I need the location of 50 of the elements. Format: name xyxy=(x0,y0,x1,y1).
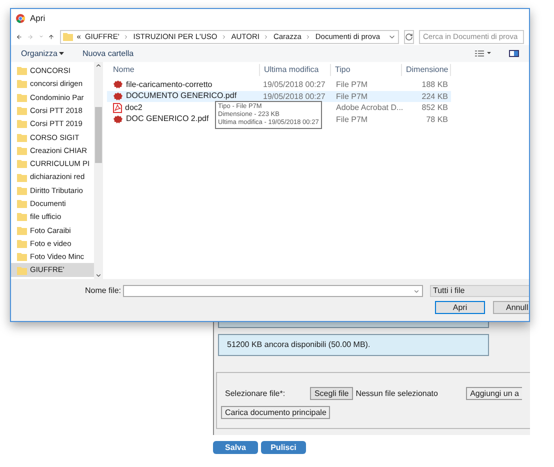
seal-icon xyxy=(113,80,123,90)
scroll-up-icon[interactable] xyxy=(95,62,102,69)
type-cell: File P7M xyxy=(330,90,401,102)
seal-icon xyxy=(113,92,123,101)
file-name-cell[interactable]: file-caricamento-corretto xyxy=(107,79,259,90)
new-folder-button[interactable]: Nuova cartella xyxy=(82,48,134,60)
scroll-down-icon[interactable] xyxy=(95,272,102,279)
filename-field[interactable] xyxy=(123,285,423,297)
scrollbar[interactable] xyxy=(94,62,103,279)
type-cell-text: File P7M xyxy=(335,114,369,125)
separator-icon xyxy=(305,34,312,40)
choose-file-button[interactable]: Scegli file xyxy=(310,387,353,400)
type-cell-text: File P7M xyxy=(335,79,369,90)
size-cell-text: 78 KB xyxy=(425,114,449,125)
date-cell-text: 19/05/2018 00:27 xyxy=(262,79,326,90)
field-label: Selezionare file*: xyxy=(225,388,286,400)
cancel-button[interactable]: Annull xyxy=(493,301,529,314)
folder-icon xyxy=(62,32,73,41)
pdf-icon xyxy=(113,102,122,113)
type-cell-text: Adobe Acrobat D... xyxy=(335,102,401,114)
scrollbar-thumb[interactable] xyxy=(95,107,102,163)
column-header[interactable]: Dimensione xyxy=(401,64,451,76)
size-cell: 224 KB xyxy=(401,90,451,102)
seal-icon xyxy=(113,114,123,124)
separator-icon xyxy=(123,34,130,40)
file-type-select[interactable]: Tutti i file xyxy=(430,285,529,297)
field-label: Nome file: xyxy=(84,285,122,297)
action-button[interactable]: Salva xyxy=(213,441,258,454)
column-header[interactable]: Tipo xyxy=(330,64,401,76)
date-cell: 19/05/2018 00:27 xyxy=(259,90,330,102)
no-file-text: Nessun file selezionato xyxy=(356,388,439,400)
column-header[interactable]: Ultima modifica xyxy=(259,64,330,76)
open-button[interactable]: Apri xyxy=(435,301,485,314)
organize-menu[interactable]: Organizza xyxy=(21,48,64,60)
separator-icon xyxy=(263,34,270,40)
file-name-cell[interactable]: DOCUMENTO GENERICO.pdf xyxy=(107,90,259,102)
size-cell-text: 188 KB xyxy=(420,79,449,90)
window-title: Apri xyxy=(30,12,46,25)
refresh-icon[interactable] xyxy=(405,32,414,40)
preview-pane-icon[interactable] xyxy=(509,50,519,57)
upload-button[interactable]: Carica documento principale xyxy=(221,406,330,419)
action-button[interactable]: Pulisci xyxy=(261,441,306,454)
add-button[interactable]: Aggiungi un a xyxy=(466,387,522,400)
caret-icon xyxy=(59,52,64,55)
view-options-icon[interactable] xyxy=(475,50,491,57)
dropdown-icon[interactable] xyxy=(413,288,420,294)
column-header[interactable]: Nome xyxy=(107,64,259,76)
separator-icon xyxy=(221,34,228,40)
app-logo-icon xyxy=(16,14,25,23)
info-box: 51200 KB ancora disponibili (50.00 MB). xyxy=(218,334,489,356)
